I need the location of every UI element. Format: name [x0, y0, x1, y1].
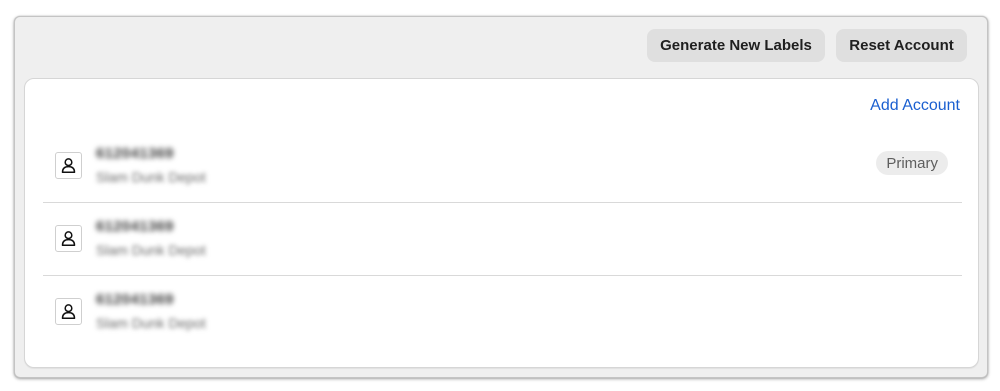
account-row[interactable]: 612041369 Slam Dunk Depot — [43, 203, 962, 276]
app-window: Generate New Labels Reset Account Add Ac… — [14, 16, 988, 378]
account-name: Slam Dunk Depot — [96, 242, 206, 258]
account-list: 612041369 Slam Dunk Depot Primary 612041… — [43, 130, 962, 349]
person-icon — [55, 298, 82, 325]
account-number: 612041369 — [96, 291, 174, 308]
primary-badge: Primary — [876, 151, 948, 175]
add-account-link[interactable]: Add Account — [870, 97, 960, 115]
account-number: 612041369 — [96, 218, 174, 235]
account-name: Slam Dunk Depot — [96, 169, 206, 185]
generate-new-labels-button[interactable]: Generate New Labels — [647, 29, 825, 62]
account-name: Slam Dunk Depot — [96, 315, 206, 331]
account-number: 612041369 — [96, 145, 174, 162]
accounts-card: Add Account 612041369 Slam Dunk Depot Pr… — [24, 78, 979, 368]
account-row[interactable]: 612041369 Slam Dunk Depot Primary — [43, 130, 962, 203]
person-icon — [55, 225, 82, 252]
account-row[interactable]: 612041369 Slam Dunk Depot — [43, 276, 962, 349]
reset-account-button[interactable]: Reset Account — [836, 29, 967, 62]
person-icon — [55, 152, 82, 179]
